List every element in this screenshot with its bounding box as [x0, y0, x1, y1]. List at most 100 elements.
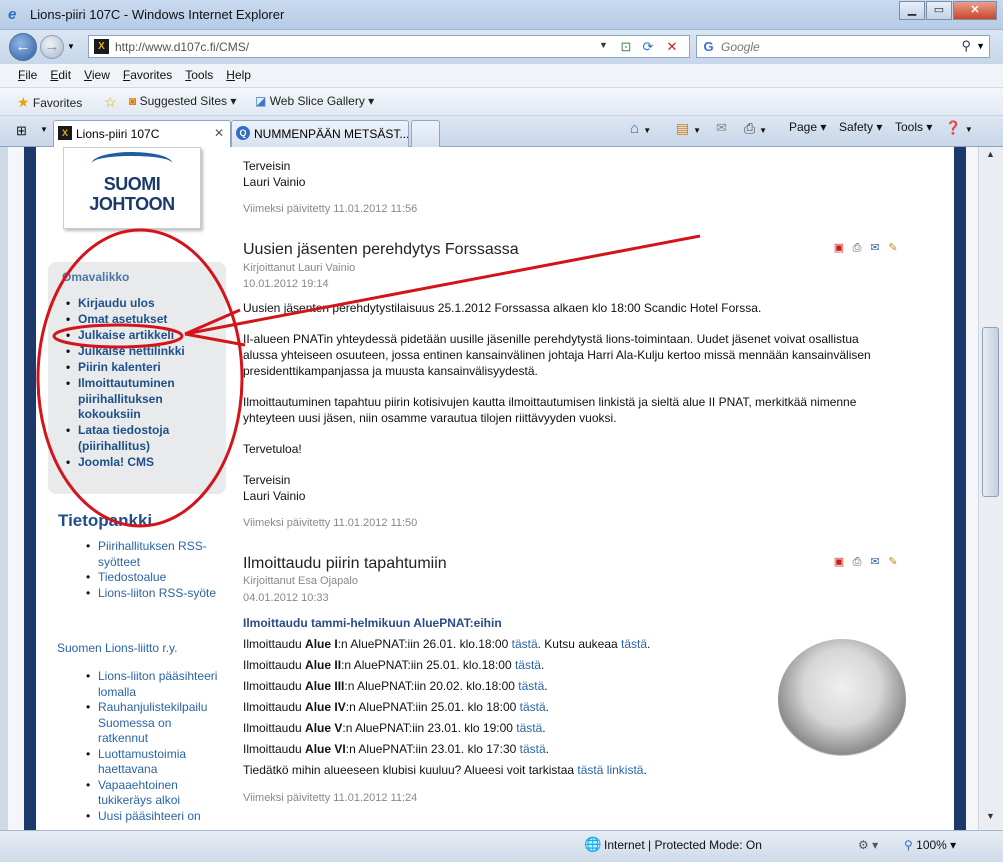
menu-link-calendar[interactable]: Piirin kalenteri — [66, 360, 216, 376]
title-bar: e Lions-piiri 107C - Windows Internet Ex… — [0, 0, 1003, 30]
edit-icon[interactable]: ✎ — [885, 241, 901, 255]
invitation-link[interactable]: tästä — [621, 637, 647, 651]
article-title[interactable]: Ilmoittaudu piirin tapahtumiin — [243, 555, 447, 573]
menu-link-joomla[interactable]: Joomla! CMS — [66, 455, 216, 471]
tab-nummenpaan[interactable]: Q NUMMENPÄÄN METSÄST... — [231, 120, 409, 147]
email-icon[interactable]: ✉ — [867, 555, 883, 569]
menu-link-upload-files[interactable]: Lataa tiedostoja (piirihallitus) — [66, 423, 216, 454]
security-zone-text[interactable]: Internet | Protected Mode: On — [604, 838, 762, 852]
url-field[interactable]: X http://www.d107c.fi/CMS/ ▼ ⊡ ⟳ ✕ — [88, 35, 690, 58]
news-link[interactable]: Luottamustoimia haettavana — [86, 747, 221, 778]
signup-line: Ilmoittaudu Alue V:n AluePNAT:iin 23.01.… — [243, 721, 546, 735]
news-link[interactable]: Uusi pääsihteeri on — [86, 809, 221, 825]
favorites-bar: ★ Favorites ☆ ◙ Suggested Sites ▾ ◪ Web … — [0, 88, 1003, 116]
signup-link[interactable]: tästä — [518, 679, 544, 693]
tab-list-dropdown-icon[interactable]: ▼ — [40, 125, 48, 134]
menu-link-logout[interactable]: Kirjaudu ulos — [66, 296, 216, 312]
web-slice-gallery-button[interactable]: ◪ Web Slice Gallery ▾ — [255, 94, 374, 108]
article-subtitle: Ilmoittaudu tammi-helmikuun AluePNAT:eih… — [243, 616, 502, 630]
print-icon[interactable]: ⎙ — [849, 241, 865, 255]
signup-link[interactable]: tästä — [515, 658, 541, 672]
link-tiedostoalue[interactable]: Tiedostoalue — [86, 570, 221, 586]
article-title[interactable]: Uusien jäsenten perehdytys Forssassa — [243, 241, 519, 259]
feeds-icon[interactable]: ▤ ▼ — [676, 120, 701, 137]
edit-icon[interactable]: ✎ — [885, 555, 901, 569]
suggested-sites-icon: ◙ — [129, 94, 137, 108]
news-link[interactable]: Lions-liiton pääsihteeri lomalla — [86, 669, 221, 700]
quick-tabs-icon[interactable]: ⊞ — [16, 123, 27, 139]
search-icon[interactable]: ⚲ — [961, 38, 971, 54]
safety-menu[interactable]: Safety ▾ — [839, 120, 882, 134]
scroll-down-icon[interactable]: ▼ — [982, 811, 999, 828]
favorites-label: Favorites — [32, 96, 83, 110]
print-icon[interactable]: ⎙ ▼ — [744, 120, 767, 137]
menu-tools[interactable]: Tools — [185, 68, 213, 87]
link-piirihallitus-rss[interactable]: Piirihallituksen RSS-syötteet — [86, 539, 221, 570]
article-date: 04.01.2012 10:33 — [243, 592, 329, 604]
page-menu[interactable]: Page ▾ — [789, 120, 826, 134]
zoom-control[interactable]: ⚲ 100% ▾ — [904, 838, 956, 852]
page-frame-right — [946, 147, 978, 830]
home-icon[interactable]: ⌂ ▼ — [630, 120, 651, 137]
tab-close-icon[interactable]: ✕ — [214, 126, 224, 140]
menu-file[interactable]: File — [18, 68, 37, 87]
signup-link[interactable]: tästä — [520, 742, 546, 756]
recent-pages-dropdown-icon[interactable]: ▼ — [67, 42, 75, 51]
help-icon[interactable]: ❓ ▼ — [945, 120, 973, 136]
close-window-button[interactable]: ✕ — [953, 1, 997, 20]
safety-menu-label: Safety — [839, 120, 874, 134]
refresh-icon[interactable]: ⟳ — [639, 38, 657, 55]
menu-link-settings[interactable]: Omat asetukset — [66, 312, 216, 328]
signup-link[interactable]: tästä — [512, 637, 538, 651]
minimize-button[interactable]: ▁ — [899, 1, 925, 20]
protected-mode-icon[interactable]: ⚙ ▾ — [858, 838, 878, 852]
forward-button[interactable]: → — [40, 35, 64, 59]
new-tab-button[interactable] — [411, 120, 440, 147]
menu-link-meeting-signup[interactable]: Ilmoittautuminen piirihallituksen kokouk… — [66, 376, 216, 423]
article-author: Kirjoittanut Lauri Vainio — [243, 262, 356, 274]
read-mail-icon[interactable]: ✉ — [716, 120, 727, 136]
add-favorites-icon[interactable]: ☆ — [104, 94, 117, 111]
page-viewport: SUOMI JOHTOON Omavalikko Kirjaudu ulos O… — [8, 147, 978, 830]
suomi-johtoon-logo[interactable]: SUOMI JOHTOON — [63, 147, 201, 229]
pdf-icon[interactable]: ▣ — [831, 241, 847, 255]
tietopankki-heading: Tietopankki — [58, 511, 153, 530]
menu-edit[interactable]: Edit — [50, 68, 71, 87]
scroll-thumb[interactable] — [982, 327, 999, 497]
tools-menu[interactable]: Tools ▾ — [895, 120, 932, 134]
tab-favicon-icon: Q — [236, 126, 250, 140]
maximize-button[interactable]: ▭ — [926, 1, 952, 20]
news-link[interactable]: Rauhanjulistekilpailu Suomessa on ratken… — [86, 700, 221, 747]
menu-view[interactable]: View — [84, 68, 110, 87]
search-placeholder: Google — [721, 40, 760, 54]
zoom-level: 100% — [916, 838, 947, 852]
menu-link-publish-weblink[interactable]: Julkaise nettilinkki — [66, 344, 216, 360]
news-link[interactable]: Vapaaehtoinen tukikeräys alkoi — [86, 778, 221, 809]
signature: Lauri Vainio — [243, 175, 306, 189]
email-icon[interactable]: ✉ — [867, 241, 883, 255]
area-check-link[interactable]: tästä linkistä — [577, 763, 643, 777]
signup-link[interactable]: tästä — [516, 721, 542, 735]
url-dropdown-icon[interactable]: ▼ — [599, 40, 608, 50]
pdf-icon[interactable]: ▣ — [831, 555, 847, 569]
tab-lions-piiri[interactable]: X Lions-piiri 107C ✕ — [53, 120, 231, 147]
print-icon[interactable]: ⎙ — [849, 555, 865, 569]
suggested-sites-button[interactable]: ◙ Suggested Sites ▾ — [129, 94, 236, 108]
signature: Lauri Vainio — [243, 489, 306, 503]
link-lions-liitto-rss[interactable]: Lions-liiton RSS-syöte — [86, 586, 221, 602]
back-button[interactable]: ← — [9, 33, 37, 61]
logo-waves-icon — [92, 152, 172, 174]
page-menu-label: Page — [789, 120, 818, 134]
menu-help[interactable]: Help — [226, 68, 251, 87]
lions-liitto-heading[interactable]: Suomen Lions-liitto r.y. — [57, 641, 178, 655]
search-options-dropdown-icon[interactable]: ▼ — [976, 41, 985, 51]
menu-link-publish-article[interactable]: Julkaise artikkeli — [66, 328, 216, 344]
compatibility-view-icon[interactable]: ⊡ — [617, 38, 635, 55]
signup-link[interactable]: tästä — [520, 700, 546, 714]
vertical-scrollbar[interactable]: ▲ ▼ — [978, 147, 1003, 830]
favorites-button[interactable]: ★ Favorites — [17, 94, 82, 111]
search-box[interactable]: G Google ⚲ ▼ — [696, 35, 990, 58]
stop-icon[interactable]: ✕ — [663, 38, 681, 55]
menu-favorites[interactable]: Favorites — [123, 68, 172, 87]
scroll-up-icon[interactable]: ▲ — [982, 149, 999, 166]
